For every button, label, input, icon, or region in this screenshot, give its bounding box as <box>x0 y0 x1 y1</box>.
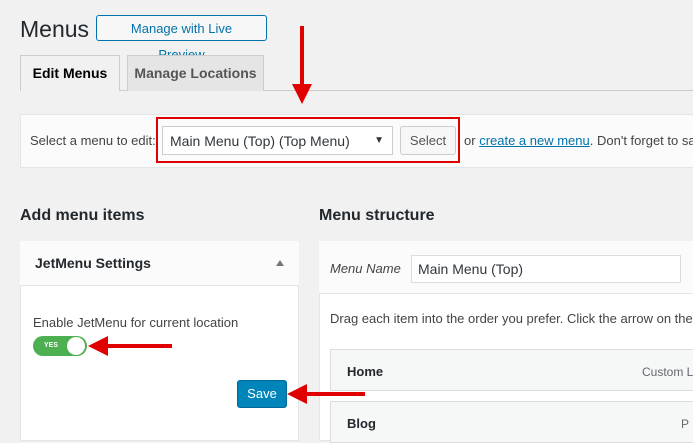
jetmenu-panel-title: JetMenu Settings <box>35 255 151 271</box>
toggle-knob <box>67 337 85 355</box>
manage-live-preview-button[interactable]: Manage with Live Preview <box>96 15 267 62</box>
create-menu-text: or create a new menu. Don't forget to sa <box>464 133 693 148</box>
menu-structure-heading: Menu structure <box>319 207 435 224</box>
save-button[interactable]: Save <box>237 380 287 408</box>
menu-name-label: Menu Name <box>330 261 401 276</box>
menu-item-row[interactable]: Home Custom Li <box>330 349 693 391</box>
add-menu-items-heading: Add menu items <box>20 207 145 224</box>
menu-item-row[interactable]: Blog P <box>330 401 693 443</box>
reminder-text: . Don't forget to sa <box>589 133 693 148</box>
menu-item-title: Blog <box>347 416 376 431</box>
drag-instructions: Drag each item into the order you prefer… <box>330 311 693 326</box>
tabs-divider <box>20 90 693 91</box>
create-new-menu-link[interactable]: create a new menu <box>479 133 590 148</box>
enable-jetmenu-label: Enable JetMenu for current location <box>33 315 239 330</box>
toggle-state-text: YES <box>44 342 59 349</box>
annotation-highlight-box <box>156 117 460 163</box>
menu-item-type: P <box>681 417 690 431</box>
tab-edit-menus[interactable]: Edit Menus <box>20 55 120 91</box>
collapse-arrow-icon[interactable] <box>276 260 284 266</box>
tab-manage-locations[interactable]: Manage Locations <box>127 55 264 91</box>
menu-item-type: Custom Li <box>642 365 693 379</box>
select-menu-label: Select a menu to edit: <box>30 133 156 148</box>
or-text: or <box>464 133 476 148</box>
menu-name-input[interactable]: Main Menu (Top) <box>411 255 681 283</box>
menu-item-title: Home <box>347 364 384 379</box>
annotation-arrow-down-icon <box>292 26 312 104</box>
annotation-arrow-left-icon <box>287 384 365 404</box>
annotation-arrow-left-icon <box>88 336 172 356</box>
page-title: Menus <box>20 16 90 42</box>
